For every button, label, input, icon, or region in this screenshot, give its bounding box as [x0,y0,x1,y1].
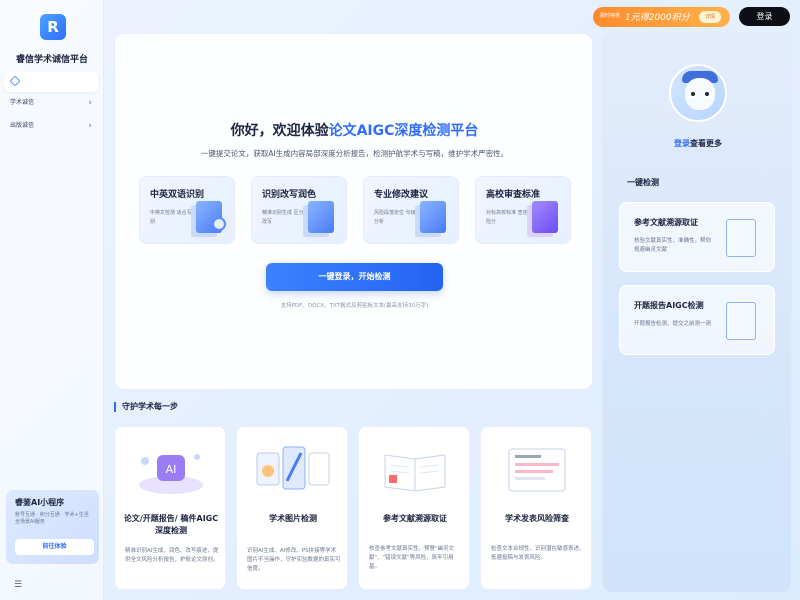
promo-detail-button[interactable]: 详情 [699,11,721,23]
feature-card-bilingual[interactable]: 中英双语识别 中英文检测 适合写作识别 [139,176,235,244]
ai-chip-illustration: AI [139,454,203,494]
card-title: 学术图片检测 [269,514,317,523]
sidebar-item-home[interactable] [4,72,98,92]
document-stack-icon [308,201,334,233]
feature-title: 中英双语识别 [150,190,205,200]
quick-card-title: 参考文献溯源取证 [634,218,698,227]
open-book-illustration [384,454,446,492]
service-card-aigc[interactable]: AI 论文/开题报告/ 稿件AIGC深度检测 精准识别AI生成、润色、改写痕迹，… [114,426,226,590]
sidebar-item-publication-integrity[interactable]: 出版诚信 › [10,118,92,134]
mini-program-promo: 睿鉴AI小程序 账号互通 · 积分互通 · 学术+生活全场景AI服务 前往体验 [6,490,99,564]
promo-description: 账号互通 · 积分互通 · 学术+生活全场景AI服务 [15,512,89,525]
svg-text:AI: AI [166,463,177,476]
quick-card-proposal-aigc[interactable]: 开题报告AIGC检测 开题报告检测、提交之前测一测 [619,285,775,355]
login-button[interactable]: 登录 [739,7,790,26]
image-detect-illustration [256,446,330,490]
hero-subtitle: 一键提交论文，获取AI生成内容局部深度分析报告，检测护航学术与写稿，维护学术严密… [200,149,509,158]
login-and-detect-button[interactable]: 一键登录，开始检测 [266,263,443,291]
right-panel: 登录查看更多 一键检测 参考文献溯源取证 核验文献真实性、准确性，帮你规避幽灵文… [602,33,792,593]
promo-banner[interactable]: 限时特惠 1元得2000积分 详情 [593,7,730,27]
feature-card-standards[interactable]: 高校审查标准 对标高校标准 查定义风险分 [475,176,571,244]
hero-title: 你好，欢迎体验论文AIGC深度检测平台 [115,120,594,140]
card-desc: 检查文本合规性，识别潜在敏感表述、抵避投稿与发表风险。 [491,546,585,561]
mascot-eye-icon [689,90,697,98]
brand-name: 睿信学术诚信平台 [15,55,88,65]
home-icon [9,75,21,87]
card-title: 参考文献溯源取证 [383,514,447,523]
promo-title: 睿鉴AI小程序 [15,498,65,507]
feature-desc: 风险段落定位 句级深度分析 [374,210,426,225]
chart-document-icon [420,201,446,233]
shield-document-icon [532,201,558,233]
sidebar: R 睿信学术诚信平台 学术诚信 › 出版诚信 › 睿鉴AI小程序 账号互通 · … [0,0,104,600]
section-title: 守护学术每一步 [114,402,178,412]
feature-desc: 精准识别生成 区分润色改写 [262,210,314,225]
service-card-publication-risk[interactable]: 学术发表风险筛查 检查文本合规性，识别潜在敏感表述、抵避投稿与发表风险。 [480,426,592,590]
card-title: 论文/开题报告/ 稿件AIGC深度检测 [123,514,219,535]
promo-tag: 限时特惠 [600,13,621,19]
menu-icon[interactable]: ☰ [14,580,22,590]
hero-title-highlight: 论文AIGC深度检测平台 [328,123,479,139]
sidebar-item-label: 学术诚信 [10,99,35,106]
login-suffix: 查看更多 [690,139,722,148]
mascot-eye-icon [703,90,711,98]
mascot-avatar [669,64,727,122]
quick-detect-title: 一键检测 [627,178,659,187]
hero-title-prefix: 你好，欢迎体验 [230,123,329,139]
feature-desc: 对标高校标准 查定义风险分 [486,210,538,225]
card-desc: 精准识别AI生成、润色、改写痕迹，提供全文风险分析报告，护航论文原创。 [125,548,219,563]
sidebar-item-label: 出版诚信 [10,122,35,129]
service-card-references[interactable]: 参考文献溯源取证 核查参考文献真实性，预警"幽灵文献"、"错误文献"等风险，筑牢… [358,426,470,590]
card-title: 学术发表风险筛查 [505,514,569,523]
chevron-right-icon: › [88,98,92,108]
quick-card-desc: 核验文献真实性、准确性，帮你规避幽灵文献 [634,238,712,253]
quick-card-desc: 开题报告检测、提交之前测一测 [634,321,712,327]
quick-card-title: 开题报告AIGC检测 [634,301,704,310]
feature-desc: 中英文检测 适合写作识别 [150,210,202,225]
card-desc: 识别AI生成、AI修改、PS拼接等学术图片不当操作，守护实验数据的真实可信度。 [247,548,341,572]
feature-title: 高校审查标准 [486,190,541,200]
risk-document-illustration [508,448,566,492]
chevron-right-icon: › [88,121,92,131]
promo-text: 1元得2000积分 [625,13,690,23]
format-hint: 支持PDF、DOCX、TXT格式及剪贴板文本(最高支持30万字) [280,303,429,309]
feature-title: 专业修改建议 [374,190,429,200]
quick-card-references[interactable]: 参考文献溯源取证 核验文献真实性、准确性，帮你规避幽灵文献 [619,202,775,272]
card-desc: 核查参考文献真实性，预警"幽灵文献"、"错误文献"等风险，筑牢引用基。 [369,546,455,570]
login-link[interactable]: 登录 [674,139,690,148]
feature-card-rewrite[interactable]: 识别改写润色 精准识别生成 区分润色改写 [251,176,347,244]
feature-title: 识别改写润色 [262,190,317,200]
sidebar-item-academic-integrity[interactable]: 学术诚信 › [10,95,92,111]
hero-panel: 你好，欢迎体验论文AIGC深度检测平台 一键提交论文，获取AI生成内容局部深度分… [114,33,593,390]
clipboard-icon [726,302,756,340]
feature-card-suggestions[interactable]: 专业修改建议 风险段落定位 句级深度分析 [363,176,459,244]
magnifier-document-icon [726,219,756,257]
login-prompt: 登录查看更多 [603,138,793,149]
magnifier-icon [212,217,226,231]
app-logo[interactable]: R [40,14,66,40]
service-card-image[interactable]: 学术图片检测 识别AI生成、AI修改、PS拼接等学术图片不当操作，守护实验数据的… [236,426,348,590]
try-now-button[interactable]: 前往体验 [15,539,94,555]
